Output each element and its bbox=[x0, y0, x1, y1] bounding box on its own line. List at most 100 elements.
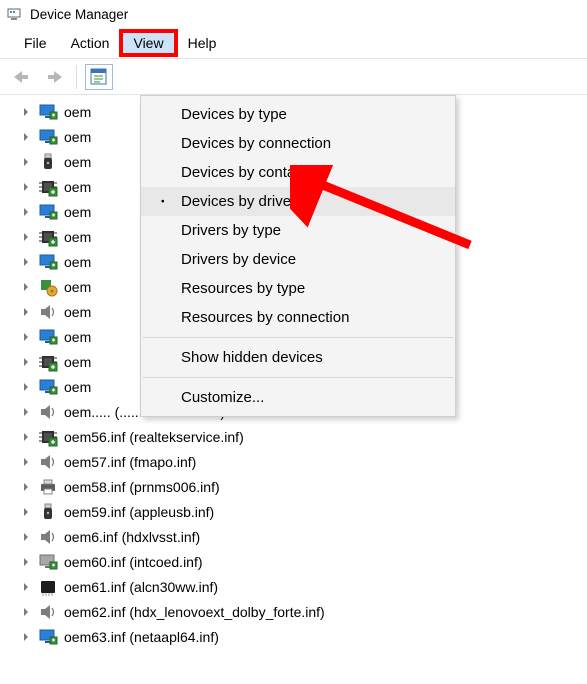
tree-item[interactable]: oem58.inf (prnms006.inf) bbox=[18, 474, 587, 499]
back-button[interactable] bbox=[8, 64, 36, 90]
view-menu-item[interactable]: Devices by type bbox=[141, 100, 455, 129]
tree-item-label: oem61.inf (alcn30ww.inf) bbox=[64, 579, 218, 595]
chevron-right-icon[interactable] bbox=[18, 154, 34, 170]
monitor-blue-icon bbox=[38, 127, 58, 147]
tree-item[interactable]: oem59.inf (appleusb.inf) bbox=[18, 499, 587, 524]
view-menu-dropdown: Devices by type Devices by connection Devi… bbox=[140, 95, 456, 417]
toolbar-separator bbox=[76, 65, 77, 89]
menu-view[interactable]: View bbox=[121, 31, 175, 55]
chevron-right-icon[interactable] bbox=[18, 354, 34, 370]
usb-icon bbox=[38, 152, 58, 172]
tree-item-label: oem bbox=[64, 154, 91, 170]
tree-item[interactable]: oem60.inf (intcoed.inf) bbox=[18, 549, 587, 574]
chevron-right-icon[interactable] bbox=[18, 329, 34, 345]
view-menu-item[interactable]: • Devices by driver bbox=[141, 187, 455, 216]
menu-action[interactable]: Action bbox=[59, 31, 122, 55]
properties-button[interactable] bbox=[85, 64, 113, 90]
usb-icon bbox=[38, 502, 58, 522]
monitor-blue-icon bbox=[38, 327, 58, 347]
chevron-right-icon[interactable] bbox=[18, 104, 34, 120]
speaker-icon bbox=[38, 452, 58, 472]
tree-item[interactable]: oem6.inf (hdxlvsst.inf) bbox=[18, 524, 587, 549]
tree-item[interactable]: oem62.inf (hdx_lenovoext_dolby_forte.inf… bbox=[18, 599, 587, 624]
chevron-right-icon[interactable] bbox=[18, 429, 34, 445]
chevron-right-icon[interactable] bbox=[18, 179, 34, 195]
view-menu-item[interactable]: Drivers by device bbox=[141, 245, 455, 274]
tree-item[interactable]: oem56.inf (realtekservice.inf) bbox=[18, 424, 587, 449]
check-bullet-icon: • bbox=[161, 196, 165, 207]
menu-item-label: Devices by type bbox=[181, 106, 287, 123]
window-title: Device Manager bbox=[30, 7, 128, 22]
speaker-icon bbox=[38, 527, 58, 547]
monitor-blue-icon bbox=[38, 627, 58, 647]
tree-item[interactable]: oem61.inf (alcn30ww.inf) bbox=[18, 574, 587, 599]
tree-item-label: oem bbox=[64, 304, 91, 320]
tree-item-label: oem bbox=[64, 354, 91, 370]
chevron-right-icon[interactable] bbox=[18, 504, 34, 520]
forward-button[interactable] bbox=[40, 64, 68, 90]
monitor-blue-icon bbox=[38, 202, 58, 222]
chevron-right-icon[interactable] bbox=[18, 129, 34, 145]
toolbar bbox=[0, 59, 587, 95]
view-menu-item[interactable]: Resources by connection bbox=[141, 303, 455, 332]
chip-green-icon bbox=[38, 427, 58, 447]
menu-separator bbox=[143, 337, 453, 338]
tree-item-label: oem56.inf (realtekservice.inf) bbox=[64, 429, 244, 445]
menubar: FileActionViewHelp bbox=[0, 28, 587, 59]
view-menu-item[interactable]: Customize... bbox=[141, 383, 455, 412]
tree-item-label: oem59.inf (appleusb.inf) bbox=[64, 504, 214, 520]
tree-item-label: oem bbox=[64, 179, 91, 195]
view-menu-item[interactable]: Devices by connection bbox=[141, 129, 455, 158]
menu-item-label: Devices by driver bbox=[181, 193, 296, 210]
monitor-gray-icon bbox=[38, 552, 58, 572]
menu-item-label: Resources by type bbox=[181, 280, 305, 297]
monitor-blue-icon bbox=[38, 102, 58, 122]
tree-item-label: oem bbox=[64, 379, 91, 395]
menu-item-label: Devices by container bbox=[181, 164, 320, 181]
tree-item-label: oem62.inf (hdx_lenovoext_dolby_forte.inf… bbox=[64, 604, 325, 620]
tree-item[interactable]: oem57.inf (fmapo.inf) bbox=[18, 449, 587, 474]
menu-item-label: Show hidden devices bbox=[181, 349, 323, 366]
tree-item-label: oem bbox=[64, 254, 91, 270]
printer-icon bbox=[38, 477, 58, 497]
tree-item-label: oem bbox=[64, 229, 91, 245]
tree-item-label: oem bbox=[64, 129, 91, 145]
chip-black-icon bbox=[38, 577, 58, 597]
chip-green-icon bbox=[38, 227, 58, 247]
menu-separator bbox=[143, 377, 453, 378]
menu-item-label: Drivers by device bbox=[181, 251, 296, 268]
chevron-right-icon[interactable] bbox=[18, 254, 34, 270]
chevron-right-icon[interactable] bbox=[18, 554, 34, 570]
menu-file[interactable]: File bbox=[12, 31, 59, 55]
chevron-right-icon[interactable] bbox=[18, 379, 34, 395]
menu-item-label: Customize... bbox=[181, 389, 264, 406]
chevron-right-icon[interactable] bbox=[18, 304, 34, 320]
chevron-right-icon[interactable] bbox=[18, 204, 34, 220]
chevron-right-icon[interactable] bbox=[18, 604, 34, 620]
chevron-right-icon[interactable] bbox=[18, 629, 34, 645]
menu-item-label: Devices by connection bbox=[181, 135, 331, 152]
view-menu-item[interactable]: Resources by type bbox=[141, 274, 455, 303]
tree-item-label: oem bbox=[64, 104, 91, 120]
chevron-right-icon[interactable] bbox=[18, 454, 34, 470]
menu-item-label: Drivers by type bbox=[181, 222, 281, 239]
tree-item-label: oem bbox=[64, 204, 91, 220]
chevron-right-icon[interactable] bbox=[18, 279, 34, 295]
tree-item-label: oem60.inf (intcoed.inf) bbox=[64, 554, 203, 570]
chevron-right-icon[interactable] bbox=[18, 579, 34, 595]
chevron-right-icon[interactable] bbox=[18, 529, 34, 545]
chip-green-icon bbox=[38, 177, 58, 197]
view-menu-item[interactable]: Show hidden devices bbox=[141, 343, 455, 372]
chevron-right-icon[interactable] bbox=[18, 404, 34, 420]
tree-item-label: oem58.inf (prnms006.inf) bbox=[64, 479, 220, 495]
tree-item[interactable]: oem63.inf (netaapl64.inf) bbox=[18, 624, 587, 649]
menu-item-label: Resources by connection bbox=[181, 309, 349, 326]
device-tree: oemoemoemoemoemoemoemoemoemoemoemoemoem.… bbox=[0, 95, 587, 649]
menu-help[interactable]: Help bbox=[176, 31, 229, 55]
tree-item-label: oem63.inf (netaapl64.inf) bbox=[64, 629, 219, 645]
tree-item-label: oem bbox=[64, 279, 91, 295]
view-menu-item[interactable]: Drivers by type bbox=[141, 216, 455, 245]
view-menu-item[interactable]: Devices by container bbox=[141, 158, 455, 187]
chevron-right-icon[interactable] bbox=[18, 229, 34, 245]
chevron-right-icon[interactable] bbox=[18, 479, 34, 495]
